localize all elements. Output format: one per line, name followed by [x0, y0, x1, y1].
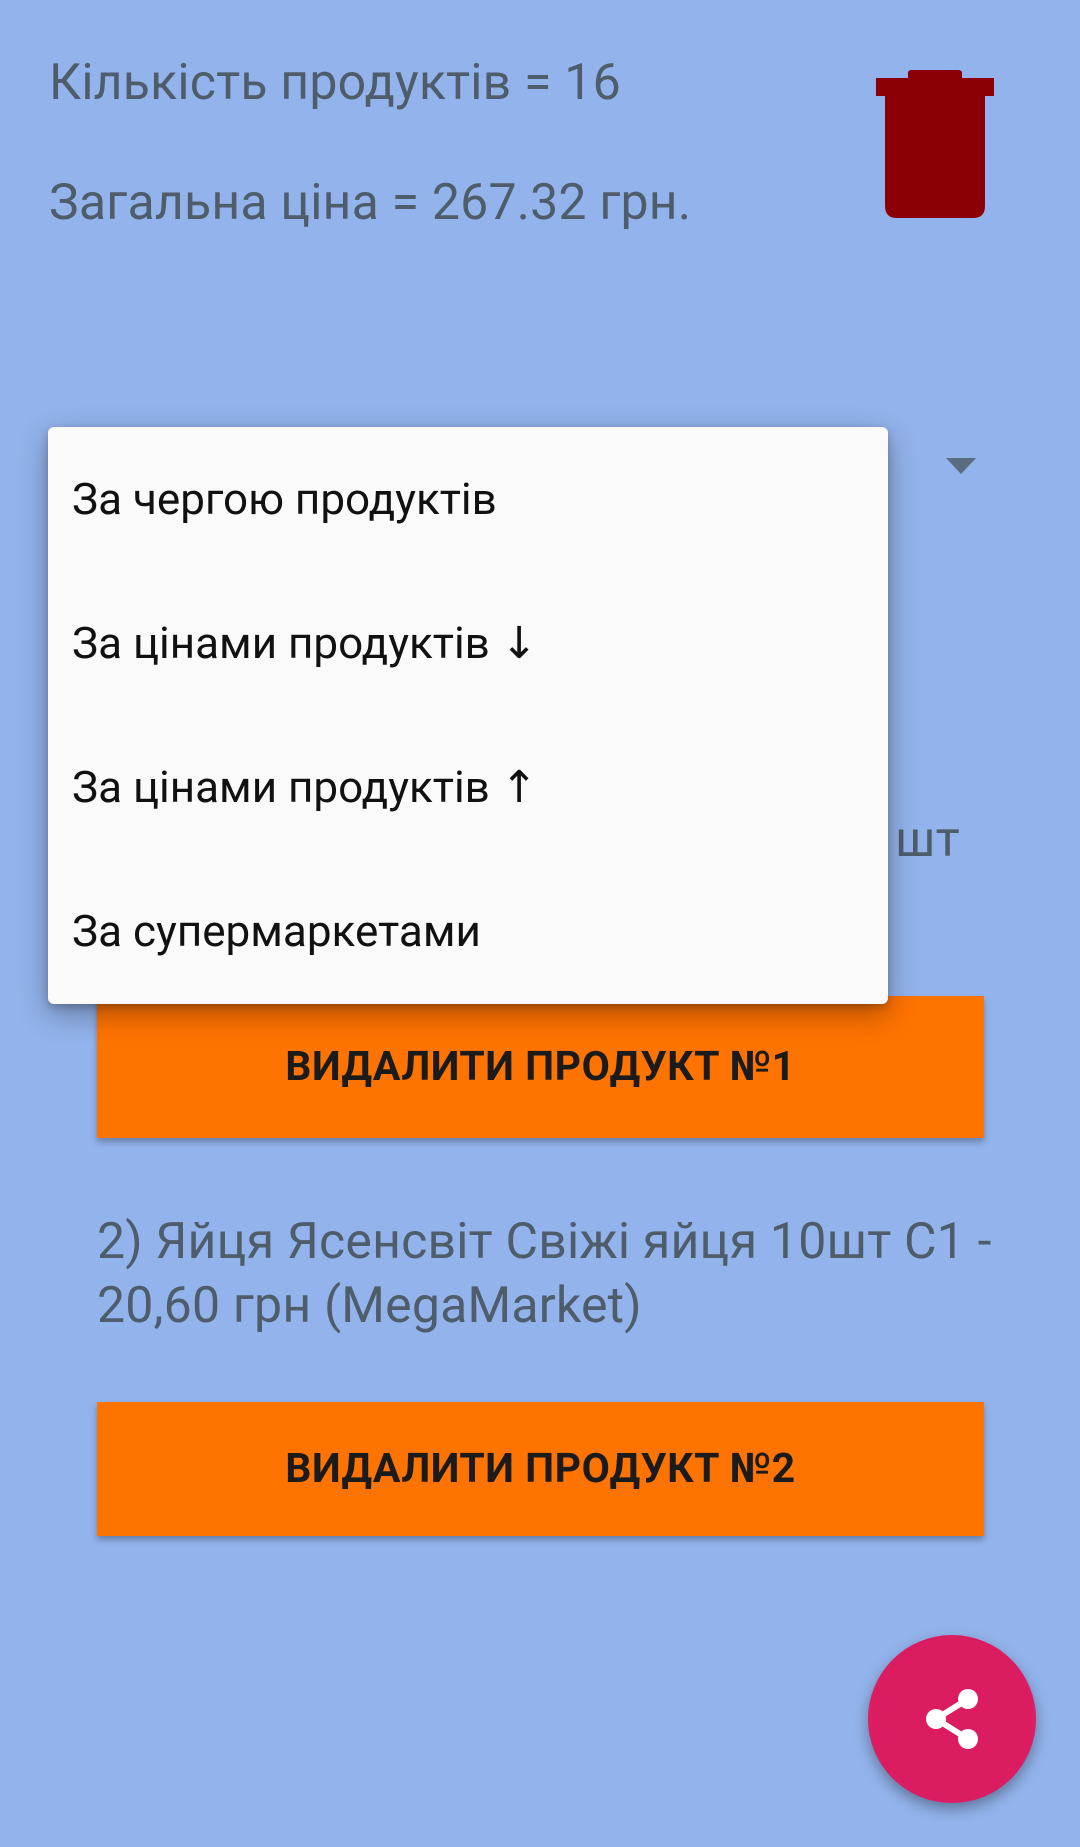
product-1-text: шт — [895, 811, 960, 869]
product-2-text: 2) Яйця Ясенсвіт Свіжі яйця 10шт С1 - 20… — [97, 1213, 992, 1335]
sort-option-price-desc[interactable]: За цінами продуктів ↓ — [48, 571, 888, 715]
trash-icon[interactable] — [876, 68, 994, 220]
delete-product-1-button[interactable]: ВИДАЛИТИ ПРОДУКТ №1 — [97, 996, 984, 1138]
delete-product-2-button[interactable]: ВИДАЛИТИ ПРОДУКТ №2 — [97, 1402, 984, 1536]
share-button[interactable] — [868, 1635, 1036, 1803]
sort-option-by-order[interactable]: За чергою продуктів — [48, 427, 888, 571]
total-price-text: Загальна ціна = 267.32 грн. — [49, 174, 692, 232]
app-screen: { "summary": { "count_line": "Кількість … — [0, 0, 1080, 1847]
product-count-text: Кількість продуктів = 16 — [49, 54, 621, 112]
sort-dropdown-menu: За чергою продуктів За цінами продуктів … — [48, 427, 888, 1004]
share-icon — [926, 1689, 978, 1749]
sort-option-by-supermarket[interactable]: За супермаркетами — [48, 859, 888, 1003]
sort-option-price-asc[interactable]: За цінами продуктів ↑ — [48, 715, 888, 859]
chevron-down-icon[interactable] — [946, 458, 976, 474]
